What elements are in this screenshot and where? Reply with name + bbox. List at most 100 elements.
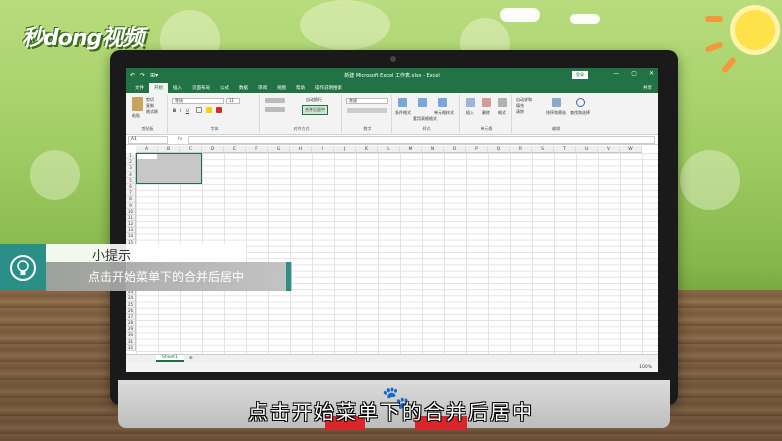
delete-cells-icon[interactable] (482, 98, 491, 107)
find-select-label[interactable]: 查找和选择 (570, 110, 590, 116)
sheet-tab-sheet1[interactable]: Sheet1 (156, 355, 184, 362)
column-header[interactable]: J (334, 146, 356, 152)
column-header[interactable]: H (290, 146, 312, 152)
merge-center-button[interactable]: 合并后居中 (302, 105, 328, 115)
format-cells-icon[interactable] (498, 98, 507, 107)
tab-home[interactable]: 开始 (149, 83, 168, 93)
column-header[interactable]: I (312, 146, 334, 152)
column-header[interactable]: G (268, 146, 290, 152)
minimize-icon[interactable]: — (613, 70, 619, 77)
number-format-select[interactable]: 常规 (346, 98, 388, 104)
brand-logo: 秒dong视频 (22, 26, 144, 51)
hint-body: 点击开始菜单下的合并后居中 (88, 270, 245, 284)
tab-data[interactable]: 数据 (234, 83, 253, 93)
paste-label[interactable]: 粘贴 (132, 113, 140, 119)
group-label: 编辑 (552, 126, 560, 131)
name-box[interactable]: A1 (128, 135, 168, 144)
column-header[interactable]: E (224, 146, 246, 152)
close-icon[interactable]: ✕ (649, 70, 654, 77)
column-header[interactable]: K (356, 146, 378, 152)
bokeh-light (300, 0, 390, 50)
column-header[interactable]: C (180, 146, 202, 152)
share-button[interactable]: 共享 (637, 83, 658, 93)
ribbon-home: 粘贴 剪切 复制 格式刷 剪贴板 等线 11 B I U 字体 自动换行 合并后… (126, 93, 658, 135)
clear-button[interactable]: 清除 (516, 109, 524, 115)
tab-view[interactable]: 视图 (272, 83, 291, 93)
excel-window: ↶ ↷ ⊞▾ 新建 Microsoft Excel 工作表.xlsx - Exc… (126, 68, 658, 372)
column-header[interactable]: S (532, 146, 554, 152)
column-headers: ABCDEFGHIJKLMNOPQRSTUVW (136, 146, 642, 153)
font-name-select[interactable]: 等线 (172, 98, 224, 104)
format-label[interactable]: 格式 (498, 110, 506, 116)
number-format-icons[interactable] (347, 108, 387, 113)
fx-icon[interactable]: fx (178, 137, 182, 142)
border-icon[interactable] (196, 107, 202, 113)
maximize-icon[interactable]: ▢ (631, 70, 637, 77)
column-header[interactable]: M (400, 146, 422, 152)
column-header[interactable]: R (510, 146, 532, 152)
group-label: 剪贴板 (141, 126, 154, 131)
column-header[interactable]: F (246, 146, 268, 152)
tab-help[interactable]: 帮助 (291, 83, 310, 93)
column-header[interactable]: V (598, 146, 620, 152)
column-header[interactable]: B (158, 146, 180, 152)
column-header[interactable]: D (202, 146, 224, 152)
italic-button[interactable]: I (180, 108, 181, 113)
delete-label[interactable]: 删除 (482, 110, 490, 116)
tab-formulas[interactable]: 公式 (215, 83, 234, 93)
cell-styles-icon[interactable] (438, 98, 447, 107)
formula-input[interactable] (188, 135, 655, 144)
wrap-text-button[interactable]: 自动换行 (306, 97, 322, 103)
align-top-icons[interactable] (265, 98, 285, 103)
format-painter-button[interactable]: 格式刷 (146, 109, 158, 115)
font-size-select[interactable]: 11 (226, 98, 240, 104)
group-label: 对齐方式 (293, 126, 310, 131)
zoom-level[interactable]: 100% (639, 365, 652, 370)
ribbon-tabs: 文件 开始 插入 页面布局 公式 数据 审阅 视图 帮助 操作说明搜索 共享 (126, 82, 658, 93)
sort-filter-label[interactable]: 排序和筛选 (546, 110, 566, 116)
column-header[interactable]: N (422, 146, 444, 152)
sort-filter-icon[interactable] (552, 98, 561, 107)
format-table-icon[interactable] (418, 98, 427, 107)
paste-icon[interactable] (132, 97, 143, 111)
group-label: 样式 (422, 126, 431, 131)
tab-page-layout[interactable]: 页面布局 (187, 83, 215, 93)
insert-label[interactable]: 插入 (466, 110, 474, 116)
group-label: 单元格 (480, 126, 493, 131)
column-header[interactable]: P (466, 146, 488, 152)
tell-me-search[interactable]: 操作说明搜索 (310, 83, 347, 93)
active-cell-a1[interactable] (137, 154, 157, 159)
column-header[interactable]: Q (488, 146, 510, 152)
group-font: 等线 11 B I U 字体 (170, 95, 260, 133)
column-header[interactable]: U (576, 146, 598, 152)
fill-color-icon[interactable] (206, 107, 212, 113)
add-sheet-icon[interactable]: ⊕ (189, 356, 193, 361)
insert-cells-icon[interactable] (466, 98, 475, 107)
bold-button[interactable]: B (173, 108, 176, 113)
column-header[interactable]: O (444, 146, 466, 152)
column-header[interactable]: L (378, 146, 400, 152)
underline-button[interactable]: U (186, 108, 189, 113)
row-header[interactable]: 32 (126, 345, 135, 351)
group-cells: 插入 删除 格式 单元格 (462, 95, 512, 133)
group-number: 常规 数字 (344, 95, 392, 133)
font-color-icon[interactable] (216, 107, 222, 113)
column-header[interactable]: T (554, 146, 576, 152)
title-bar: ↶ ↷ ⊞▾ 新建 Microsoft Excel 工作表.xlsx - Exc… (126, 68, 658, 82)
tab-file[interactable]: 文件 (130, 83, 149, 93)
format-table-label[interactable]: 套用表格格式 (413, 116, 437, 122)
group-clipboard: 粘贴 剪切 复制 格式刷 剪贴板 (128, 95, 168, 133)
bokeh-light (680, 150, 740, 210)
tab-insert[interactable]: 插入 (168, 83, 187, 93)
cell-styles-label[interactable]: 单元格样式 (434, 110, 454, 116)
align-left-icons[interactable] (265, 107, 285, 112)
cloud (570, 14, 600, 24)
column-header[interactable]: A (136, 146, 158, 152)
conditional-format-label[interactable]: 条件格式 (395, 110, 411, 116)
conditional-format-icon[interactable] (398, 98, 407, 107)
column-header[interactable]: W (620, 146, 642, 152)
find-select-icon[interactable] (576, 98, 585, 107)
tab-review[interactable]: 审阅 (253, 83, 272, 93)
login-button[interactable]: 登录 (572, 71, 588, 79)
sheet-tab-bar: Sheet1 ⊕ (126, 354, 658, 362)
